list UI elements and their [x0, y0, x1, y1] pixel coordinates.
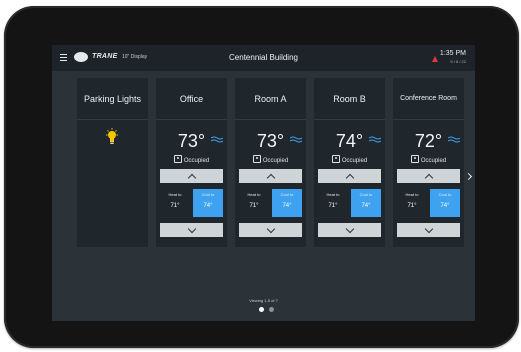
tile-title: Room B — [314, 78, 385, 120]
cool-setpoint[interactable]: Cool to 74° — [430, 189, 460, 217]
tile-office[interactable]: Office 73° Occupied Heat to 71° Cool to 74… — [156, 78, 227, 247]
chevron-up-icon — [345, 173, 354, 182]
header-bar: TRANE 10" Display Centennial Building 1:… — [52, 45, 475, 71]
heat-to-label: Heat to — [247, 192, 261, 197]
occupancy-status: Occupied — [156, 155, 227, 164]
heat-to-value: 71° — [407, 203, 417, 209]
heat-to-value: 71° — [170, 203, 180, 209]
tile-title: Office — [156, 78, 227, 120]
tile-parking-lights[interactable]: Parking Lights — [77, 78, 148, 247]
cool-to-label: Cool to — [201, 192, 215, 197]
cool-to-label: Cool to — [438, 192, 452, 197]
tablet-frame: TRANE 10" Display Centennial Building 1:… — [4, 6, 519, 348]
chevron-down-icon — [266, 224, 275, 233]
cool-setpoint[interactable]: Cool to 74° — [272, 189, 302, 217]
tile-title: Conference Room — [393, 78, 464, 120]
chevron-up-icon — [187, 173, 196, 182]
cool-to-label: Cool to — [280, 192, 294, 197]
chevron-up-icon — [424, 173, 433, 182]
temp-up-button[interactable] — [239, 169, 302, 183]
cool-to-value: 74° — [440, 203, 450, 209]
heat-setpoint[interactable]: Heat to 71° — [160, 189, 190, 217]
temp-down-button[interactable] — [318, 223, 381, 237]
cool-to-value: 74° — [361, 203, 371, 209]
chevron-down-icon — [187, 224, 196, 233]
occupancy-label: Occupied — [262, 158, 289, 164]
heat-to-label: Heat to — [326, 192, 340, 197]
next-page-arrow-icon[interactable] — [464, 172, 473, 181]
tile-title: Room A — [235, 78, 306, 120]
temp-down-button[interactable] — [239, 223, 302, 237]
heat-setpoint[interactable]: Heat to 71° — [239, 189, 269, 217]
clock-time: 1:35 PM — [439, 50, 466, 57]
occupied-person-icon — [410, 155, 419, 163]
heat-setpoint[interactable]: Heat to 71° — [397, 189, 427, 217]
chevron-up-icon — [266, 173, 275, 182]
cool-to-value: 74° — [203, 203, 213, 209]
temp-up-button[interactable] — [318, 169, 381, 183]
temp-down-button[interactable] — [397, 223, 460, 237]
occupancy-status: Occupied — [235, 155, 306, 164]
occupancy-status: Occupied — [393, 155, 464, 164]
light-bulb-icon[interactable] — [105, 128, 119, 146]
occupancy-label: Occupied — [341, 158, 368, 164]
occupancy-label: Occupied — [183, 158, 210, 164]
clock-date: 9 / 8 / 22 — [450, 59, 466, 64]
cool-setpoint[interactable]: Cool to 74° — [351, 189, 381, 217]
fan-icon — [211, 136, 223, 143]
cool-to-label: Cool to — [359, 192, 373, 197]
tile-room-b[interactable]: Room B 74° Occupied Heat to 71° Cool to 74… — [314, 78, 385, 247]
temp-up-button[interactable] — [160, 169, 223, 183]
cool-setpoint[interactable]: Cool to 74° — [193, 189, 223, 217]
occupied-person-icon — [331, 155, 340, 163]
tile-title: Parking Lights — [77, 78, 148, 120]
occupied-person-icon — [173, 155, 182, 163]
fan-icon — [448, 136, 460, 143]
heat-to-label: Heat to — [405, 192, 419, 197]
chevron-down-icon — [424, 224, 433, 233]
fan-icon — [290, 136, 302, 143]
heat-to-label: Heat to — [168, 192, 182, 197]
occupancy-status: Occupied — [314, 155, 385, 164]
tile-room-a[interactable]: Room A 73° Occupied Heat to 71° Cool to 74… — [235, 78, 306, 247]
occupancy-label: Occupied — [420, 158, 447, 164]
pager-status: Viewing 1-5 of 7 — [249, 298, 278, 303]
occupied-person-icon — [252, 155, 261, 163]
tile-conference-room[interactable]: Conference Room 72° Occupied Heat to 71° … — [393, 78, 464, 247]
heat-to-value: 71° — [249, 203, 259, 209]
alert-icon[interactable] — [432, 56, 438, 62]
page-dot-2[interactable] — [269, 307, 274, 312]
page-dot-1[interactable] — [259, 307, 264, 312]
chevron-down-icon — [345, 224, 354, 233]
heat-setpoint[interactable]: Heat to 71° — [318, 189, 348, 217]
cool-to-value: 74° — [282, 203, 292, 209]
heat-to-value: 71° — [328, 203, 338, 209]
fan-icon — [369, 136, 381, 143]
temp-up-button[interactable] — [397, 169, 460, 183]
screen: TRANE 10" Display Centennial Building 1:… — [52, 45, 475, 321]
building-name: Centennial Building — [229, 53, 298, 62]
temp-down-button[interactable] — [160, 223, 223, 237]
